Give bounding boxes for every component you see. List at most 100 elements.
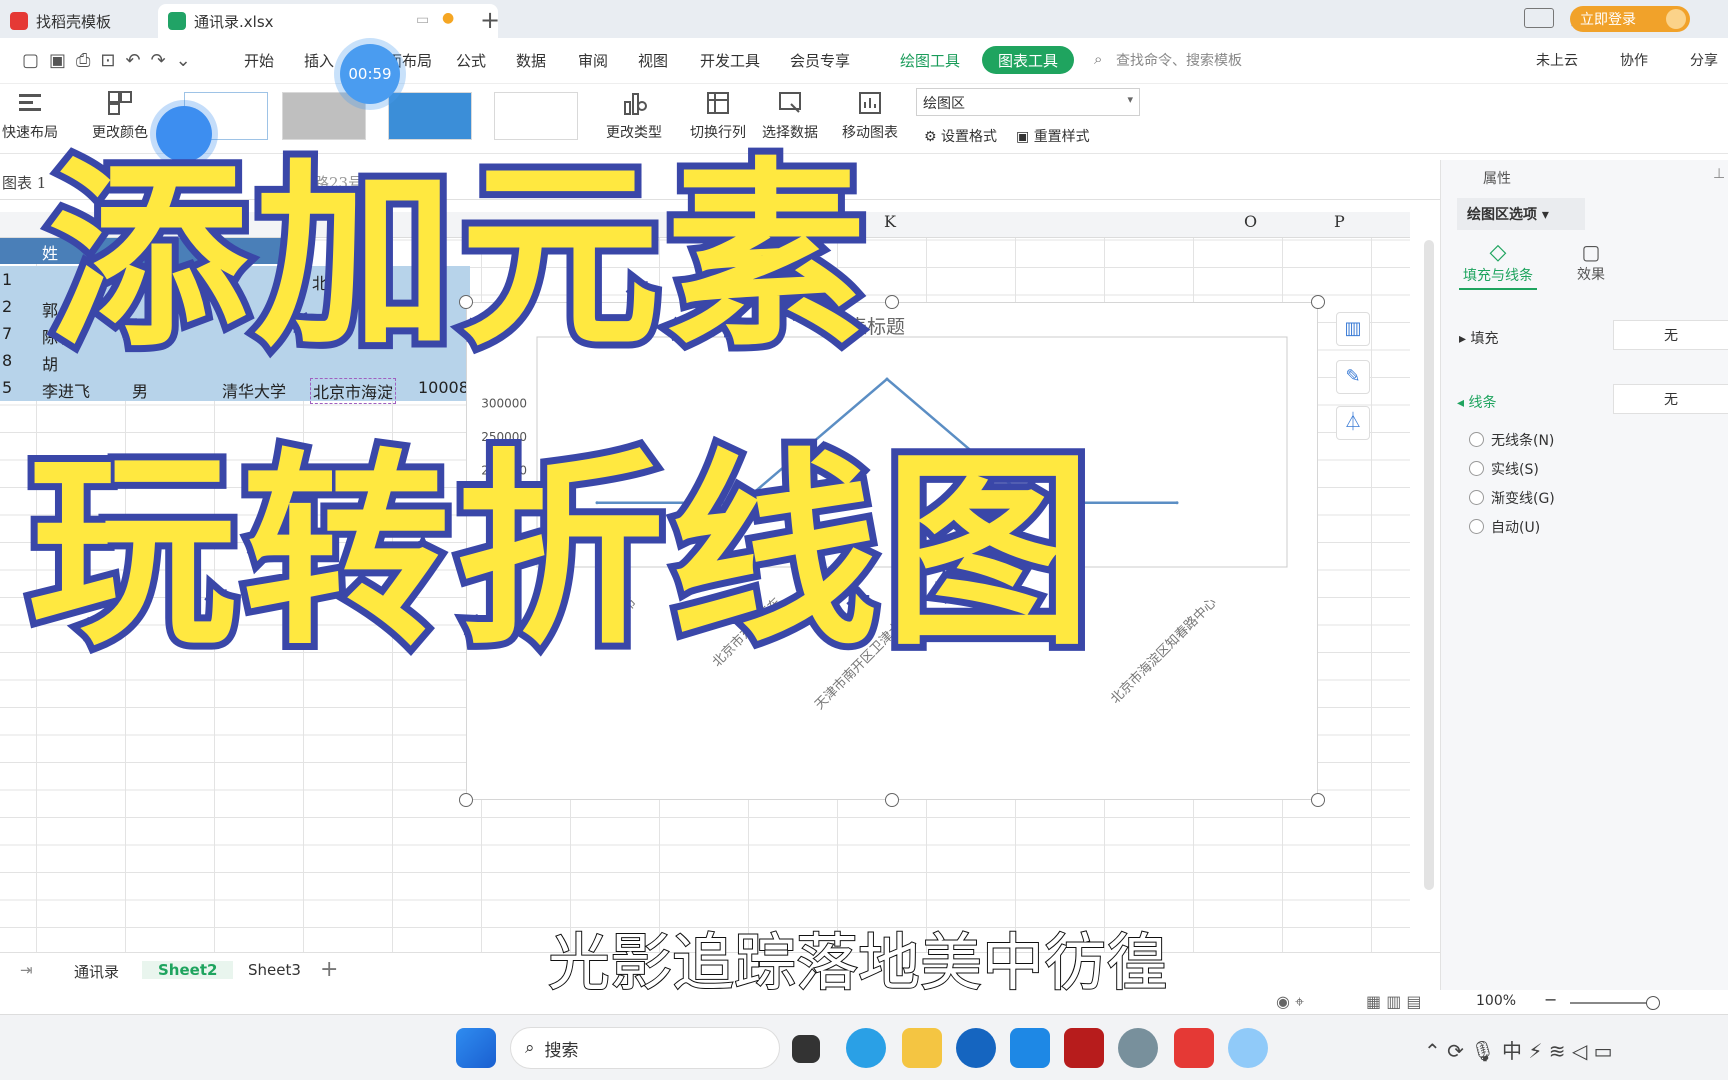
plot-area-options-tab[interactable]: 绘图区选项 ▾ xyxy=(1457,198,1585,230)
chart-filter-icon[interactable]: ⏃ xyxy=(1336,406,1370,440)
command-search[interactable]: 查找命令、搜索模板 xyxy=(1116,50,1242,70)
quick-access-icons[interactable]: ▢▣⎙⊡↶↷⌄ xyxy=(22,50,201,71)
row-number[interactable]: 1 xyxy=(2,270,12,289)
line-section[interactable]: ◂ 线条 xyxy=(1457,392,1496,412)
tab-workbook[interactable]: 通讯录.xlsx ▭ ● xyxy=(158,4,498,38)
quick-layout-button[interactable]: 快速布局 xyxy=(2,88,58,142)
edge-icon[interactable] xyxy=(846,1028,886,1068)
auto-line-label: 自动(U) xyxy=(1491,520,1541,536)
app-swirl-icon[interactable] xyxy=(1228,1028,1268,1068)
row-number[interactable]: 5 xyxy=(2,378,12,397)
column-p[interactable]: P xyxy=(1334,212,1345,238)
fill-line-tab[interactable]: ◇ 填充与线条 xyxy=(1459,240,1537,285)
radio-auto-line[interactable] xyxy=(1469,519,1484,534)
switch-rowcol-button[interactable]: 切换行列 xyxy=(690,88,746,142)
resize-handle[interactable] xyxy=(885,793,899,807)
zoom-slider[interactable] xyxy=(1570,1002,1656,1004)
resize-handle[interactable] xyxy=(459,793,473,807)
wps-icon[interactable] xyxy=(1174,1028,1214,1068)
data-point[interactable] xyxy=(1175,501,1179,505)
eye-protect-icon[interactable]: ◉ ⌖ xyxy=(1276,992,1304,1012)
cell-school[interactable]: 清华大学 xyxy=(222,378,286,402)
share-button[interactable]: 分享 xyxy=(1690,50,1718,70)
chart-elements-icon[interactable]: ▥ xyxy=(1336,312,1370,346)
taskbar-search[interactable]: ⌕ 搜索 xyxy=(510,1027,780,1069)
view-mode-icons[interactable]: ▦ ▥ ▤ xyxy=(1366,992,1422,1011)
sheet-tab-sheet2[interactable]: Sheet2 xyxy=(142,961,234,979)
menu-draw-tools[interactable]: 绘图工具 xyxy=(900,50,960,71)
tab-docer[interactable]: 找稻壳模板 xyxy=(0,4,152,38)
settings-gear-icon[interactable] xyxy=(1118,1028,1158,1068)
task-view-icon[interactable] xyxy=(792,1035,820,1063)
menu-home[interactable]: 开始 xyxy=(244,50,274,71)
file-explorer-icon[interactable] xyxy=(902,1028,942,1068)
tab-docer-label: 找稻壳模板 xyxy=(36,12,112,31)
menu-insert[interactable]: 插入 xyxy=(304,50,334,71)
chevron-down-icon: ▾ xyxy=(1127,93,1133,106)
radio-gradient-line[interactable] xyxy=(1469,490,1484,505)
column-o[interactable]: O xyxy=(1244,212,1257,238)
app-l-icon[interactable] xyxy=(956,1028,996,1068)
menu-formula[interactable]: 公式 xyxy=(456,50,486,71)
change-type-button[interactable]: 更改类型 xyxy=(606,88,662,142)
zoom-out-button[interactable]: − xyxy=(1544,990,1557,1009)
cell-gender[interactable]: 男 xyxy=(132,378,148,402)
tray-icons[interactable]: ⌃ ⟳ 🎙 中 ⚡ ≋ ◁ ▭ xyxy=(1424,1035,1613,1064)
zoom-slider-thumb[interactable] xyxy=(1646,996,1660,1010)
move-chart-button[interactable]: 移动图表 xyxy=(842,88,898,142)
vertical-scrollbar[interactable] xyxy=(1424,240,1434,890)
chart-style-3[interactable] xyxy=(388,92,472,140)
cell-address[interactable]: 北京市海淀 xyxy=(310,378,397,404)
sheet-tab-sheet3[interactable]: Sheet3 xyxy=(248,961,301,979)
row-number[interactable]: 2 xyxy=(2,297,12,316)
sheet-nav-icon[interactable]: ⇥ xyxy=(20,961,33,979)
cloud-status[interactable]: 未上云 xyxy=(1536,50,1578,70)
menu-member[interactable]: 会员专享 xyxy=(790,50,850,71)
chart-style-4[interactable] xyxy=(494,92,578,140)
line-value[interactable]: 无 xyxy=(1613,384,1728,414)
menu-chart-tools[interactable]: 图表工具 xyxy=(982,46,1075,74)
radio-solid-line[interactable] xyxy=(1469,461,1484,476)
add-sheet-button[interactable]: + xyxy=(320,957,338,982)
active-tab-underline xyxy=(1459,288,1537,290)
new-tab-button[interactable]: + xyxy=(480,6,500,34)
menu-view[interactable]: 视图 xyxy=(638,50,668,71)
effect-tab[interactable]: ▢ 效果 xyxy=(1561,240,1621,284)
fill-section[interactable]: ▸ 填充 xyxy=(1459,328,1498,348)
sheet-tab-contacts[interactable]: 通讯录 xyxy=(74,961,119,982)
chart-style-brush-icon[interactable]: ✎ xyxy=(1336,360,1370,394)
change-color-button[interactable]: 更改颜色 xyxy=(92,88,148,142)
select-data-button[interactable]: 选择数据 xyxy=(762,88,818,142)
resize-handle[interactable] xyxy=(885,295,899,309)
winrar-icon[interactable] xyxy=(1064,1028,1104,1068)
line-label: 线条 xyxy=(1468,395,1497,411)
tab-workbook-label: 通讯录.xlsx xyxy=(194,12,274,31)
chart-type-icon xyxy=(624,93,647,115)
cell-name[interactable]: 李进飞 xyxy=(42,378,90,402)
windows-start-icon[interactable] xyxy=(456,1028,496,1068)
resize-handle[interactable] xyxy=(1311,793,1325,807)
store-icon[interactable] xyxy=(1010,1028,1050,1068)
menu-data[interactable]: 数据 xyxy=(516,50,546,71)
pin-icon[interactable]: ⊥ xyxy=(1713,166,1725,182)
radio-no-line[interactable] xyxy=(1469,432,1484,447)
resize-handle[interactable] xyxy=(1311,295,1325,309)
chart-element-select[interactable]: 绘图区 ▾ xyxy=(916,88,1140,116)
row-number[interactable]: 7 xyxy=(2,324,12,343)
name-box[interactable]: 图表 1 xyxy=(2,172,46,193)
zoom-level[interactable]: 100% xyxy=(1476,993,1516,1009)
column-k[interactable]: K xyxy=(884,212,896,238)
view-mode-icon[interactable] xyxy=(1524,8,1554,28)
collab-button[interactable]: 协作 xyxy=(1620,50,1648,70)
data-point[interactable] xyxy=(885,377,889,381)
monitor-icon[interactable]: ▭ xyxy=(416,12,429,28)
menu-review[interactable]: 审阅 xyxy=(578,50,608,71)
set-format-button[interactable]: ⚙ 设置格式 xyxy=(924,126,997,146)
search-icon[interactable]: ⌕ xyxy=(1094,50,1102,68)
menu-developer[interactable]: 开发工具 xyxy=(700,50,760,71)
fill-value[interactable]: 无 xyxy=(1613,320,1728,350)
reset-style-button[interactable]: ▣ 重置样式 xyxy=(1016,126,1090,146)
row-number[interactable]: 8 xyxy=(2,351,12,370)
login-button[interactable]: 立即登录 xyxy=(1570,6,1690,32)
effect-icon: ▢ xyxy=(1581,240,1601,264)
